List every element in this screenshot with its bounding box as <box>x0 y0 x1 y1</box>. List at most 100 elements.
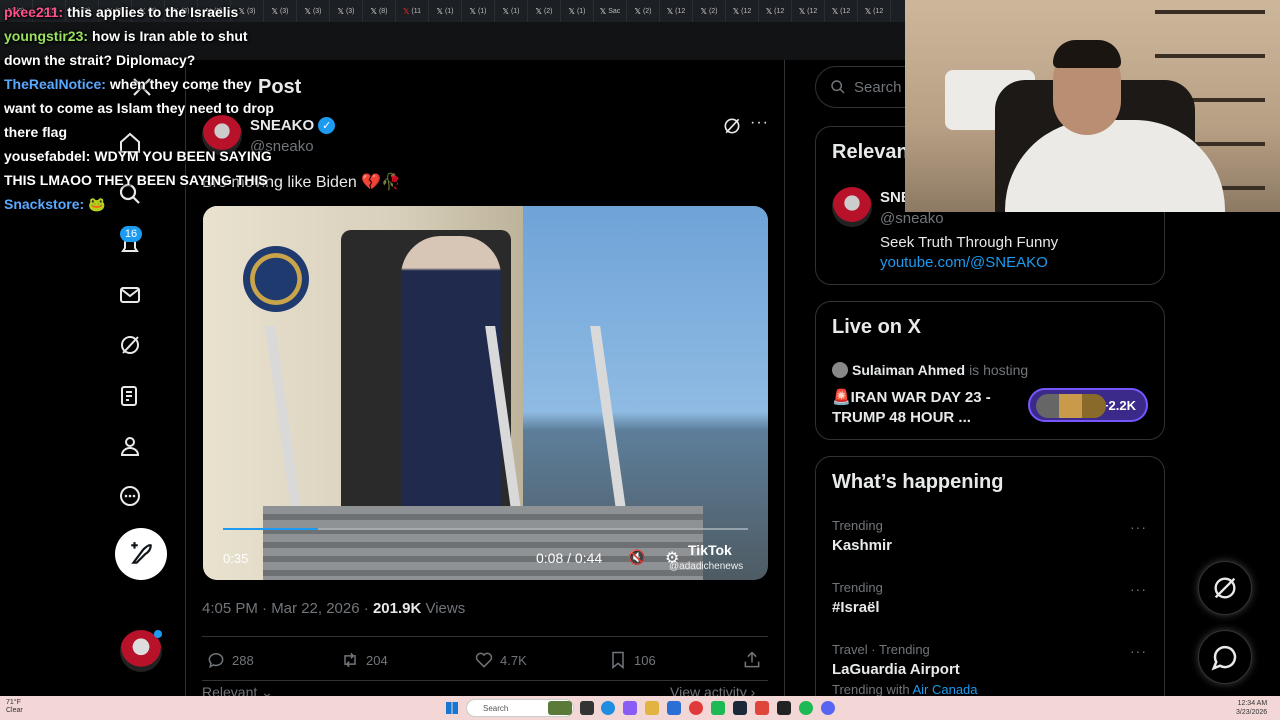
messages-envelope-icon[interactable] <box>115 280 145 310</box>
grok-float-button[interactable] <box>1198 561 1252 615</box>
trend-item[interactable]: Trending #Israël <box>832 580 883 616</box>
compose-post-button[interactable] <box>115 528 167 580</box>
x-favicon-icon: 𝕏 <box>634 6 641 16</box>
browser-tab-label: (12 <box>873 7 884 15</box>
x-favicon-icon: 𝕏 <box>798 6 806 16</box>
browser-tab-label: Sac <box>608 7 621 15</box>
video-player[interactable]: 0:35 0:08 / 0:44 🔇 ⚙ TikTok @adadichenew… <box>203 206 768 580</box>
tiktok-watermark: TikTok <box>688 542 732 558</box>
x-favicon-icon: 𝕏 <box>402 6 410 16</box>
x-favicon-icon: 𝕏 <box>732 6 740 16</box>
edge-icon[interactable] <box>601 701 615 715</box>
grok-icon[interactable] <box>115 330 145 360</box>
taskbar-app-icon[interactable] <box>711 701 725 715</box>
taskbar-weather[interactable]: 71°F Clear <box>6 699 23 715</box>
browser-tab-label: (1) <box>477 7 487 15</box>
bookmark-icon <box>612 651 624 670</box>
browser-tab[interactable]: 𝕏 (12 <box>759 0 792 22</box>
browser-tab[interactable]: 𝕏 (12 <box>825 0 858 22</box>
x-favicon-icon: 𝕏 <box>831 6 839 16</box>
browser-tab[interactable]: 𝕏 (11 <box>396 0 429 22</box>
steam-icon[interactable] <box>733 701 747 715</box>
trend-more-icon[interactable]: ··· <box>1130 643 1147 659</box>
like-button[interactable]: 4.7K <box>474 650 527 670</box>
browser-tab[interactable]: 𝕏 (2) <box>627 0 660 22</box>
video-frame-stairs <box>263 506 703 580</box>
browser-tab[interactable]: 𝕏 (2) <box>693 0 726 22</box>
windows-start-icon[interactable] <box>446 702 458 714</box>
post-timestamp[interactable]: 4:05 PM · Mar 22, 2026 <box>202 600 360 617</box>
chat-message: yousefabdel: WDYM YOU BEEN SAYING THIS LM… <box>4 144 284 192</box>
reply-button[interactable]: 288 <box>206 650 254 670</box>
profile-icon[interactable] <box>115 431 145 461</box>
trend-sub: Trending with Air Canada <box>832 682 978 697</box>
trend-sub-link[interactable]: Air Canada <box>912 682 977 697</box>
browser-tab-label: (3) <box>312 7 322 15</box>
browser-tab[interactable]: 𝕏 (12 <box>726 0 759 22</box>
trend-sub-prefix: Trending with <box>832 682 910 697</box>
browser-tab[interactable]: 𝕏 (1) <box>495 0 528 22</box>
taskbar-app-icon[interactable] <box>777 701 791 715</box>
grok-explain-icon[interactable] <box>722 116 742 141</box>
chat-message: Snackstore: 🐸 <box>4 192 284 216</box>
live-listeners-pill[interactable]: +2.2K <box>1028 388 1148 422</box>
trend-item[interactable]: Travel · Trending LaGuardia Airport Tren… <box>832 642 978 697</box>
reply-count: 288 <box>232 652 254 668</box>
notifications-badge: 16 <box>120 226 142 242</box>
windows-taskbar: 71°F Clear Search 12:34 AM 3/23/2026 <box>0 696 1280 720</box>
taskbar-app-icon[interactable] <box>755 701 769 715</box>
repost-icon <box>344 652 356 668</box>
spotify-icon[interactable] <box>799 701 813 715</box>
post-more-icon[interactable]: ··· <box>750 114 769 132</box>
relevant-person-handle[interactable]: @sneako <box>880 210 944 227</box>
taskbar-app-icon[interactable] <box>623 701 637 715</box>
browser-tab-label: (1) <box>510 7 520 15</box>
browser-tab-label: (12 <box>774 7 785 15</box>
browser-tab[interactable]: 𝕏 (1) <box>561 0 594 22</box>
share-button[interactable] <box>742 650 762 670</box>
weather-temp: 71°F <box>6 699 21 706</box>
live-host-suffix: is hosting <box>969 362 1029 378</box>
repost-count: 204 <box>366 652 388 668</box>
browser-tab[interactable]: 𝕏 (12 <box>660 0 693 22</box>
more-circle-icon[interactable] <box>115 481 145 511</box>
repost-button[interactable]: 204 <box>340 650 388 670</box>
trend-more-icon[interactable]: ··· <box>1130 519 1147 535</box>
x-favicon-icon: 𝕏 <box>436 6 443 16</box>
search-icon <box>831 80 845 94</box>
browser-tab[interactable]: 𝕏 (2) <box>528 0 561 22</box>
mute-icon[interactable]: 🔇 <box>628 549 645 566</box>
discord-icon[interactable] <box>821 701 835 715</box>
live-listeners-count: +2.2K <box>1100 397 1136 413</box>
browser-tab[interactable]: 𝕏 (12 <box>858 0 891 22</box>
heart-icon <box>475 652 493 668</box>
browser-tab[interactable]: 𝕏 (3) <box>330 0 363 22</box>
x-favicon-icon: 𝕏 <box>337 6 344 16</box>
bookmark-button[interactable]: 106 <box>608 650 656 670</box>
trend-item[interactable]: Trending Kashmir <box>832 518 892 554</box>
browser-tab[interactable]: 𝕏 (8) <box>363 0 396 22</box>
browser-tab[interactable]: 𝕏 Sac <box>594 0 627 22</box>
browser-tab[interactable]: 𝕏 (3) <box>297 0 330 22</box>
browser-tab[interactable]: 𝕏 (1) <box>462 0 495 22</box>
browser-tab[interactable]: 𝕏 (12 <box>792 0 825 22</box>
live-space-title[interactable]: 🚨IRAN WAR DAY 23 - TRUMP 48 HOUR ... <box>832 388 1017 428</box>
relevant-person-link[interactable]: youtube.com/@SNEAKO <box>880 254 1048 271</box>
taskbar-clock[interactable]: 12:34 AM 3/23/2026 <box>1236 699 1267 717</box>
browser-tab[interactable]: 𝕏 (1) <box>429 0 462 22</box>
video-progress-bar[interactable] <box>223 528 748 530</box>
messages-float-button[interactable] <box>1198 630 1252 684</box>
relevant-person-avatar[interactable] <box>832 187 872 227</box>
file-explorer-icon[interactable] <box>645 701 659 715</box>
trend-name: #Israël <box>832 599 880 616</box>
lists-icon[interactable] <box>115 381 145 411</box>
trend-more-icon[interactable]: ··· <box>1130 581 1147 597</box>
verified-badge-icon: ✓ <box>318 117 336 134</box>
live-host-row[interactable]: Sulaiman Ahmed is hosting <box>832 362 1028 378</box>
taskbar-app-icon[interactable] <box>580 701 594 715</box>
chrome-icon[interactable] <box>689 701 703 715</box>
taskbar-app-icon[interactable] <box>548 701 572 715</box>
taskbar-app-icon[interactable] <box>667 701 681 715</box>
x-favicon-icon: 𝕏 <box>765 6 773 16</box>
account-avatar[interactable] <box>120 630 162 672</box>
